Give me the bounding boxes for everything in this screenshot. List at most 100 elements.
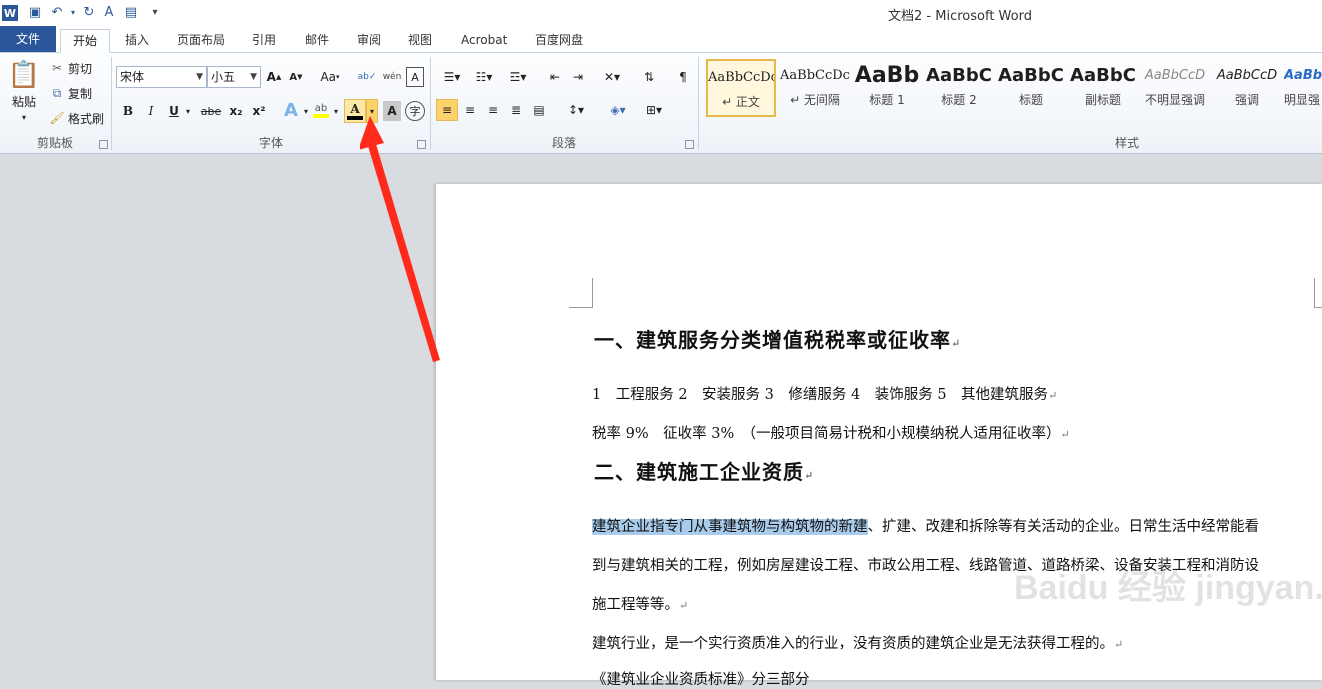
clear-formatting-icon[interactable]: ab✓ [357, 67, 377, 87]
tab-home[interactable]: 开始 [60, 29, 111, 53]
shading-icon[interactable]: ◈▾ [604, 99, 632, 121]
copy-button[interactable]: 复制 [68, 84, 92, 102]
paragraph[interactable]: 建筑企业指专门从事建筑物与构筑物的新建、扩建、改建和拆除等有关活动的企业。日常生… [592, 515, 1259, 536]
style-normal[interactable]: AaBbCcDc ↵ 正文 [706, 59, 776, 117]
subscript-button[interactable]: x₂ [226, 101, 246, 121]
tab-acrobat[interactable]: Acrobat [449, 29, 519, 53]
paragraph-text: 施工程等等。 [592, 597, 679, 613]
increase-indent-icon[interactable]: ⇥ [568, 67, 588, 87]
paragraph[interactable]: 施工程等等。↵ [592, 593, 688, 614]
ribbon-tabs: 文件 开始 插入 页面布局 引用 邮件 审阅 视图 Acrobat 百度网盘 [0, 26, 1322, 53]
selected-text[interactable]: 建筑企业指专门从事建筑物与构筑物的新建 [592, 519, 868, 535]
style-no-spacing[interactable]: AaBbCcDc ↵ 无间隔 [780, 59, 850, 117]
superscript-button[interactable]: x² [249, 101, 269, 121]
paste-button[interactable]: 粘贴 [6, 93, 42, 109]
justify-icon[interactable]: ≣ [506, 99, 526, 121]
tab-review[interactable]: 审阅 [345, 29, 393, 53]
borders-icon[interactable]: ⊞▾ [640, 99, 668, 121]
highlight-color-icon[interactable]: ab [311, 99, 331, 121]
font-name-combo[interactable]: 宋体 ▼ [116, 66, 207, 88]
style-title[interactable]: AaBbC 标题 [996, 59, 1066, 117]
arrow-shaft [365, 134, 440, 362]
pinyin-guide-icon[interactable]: wén [381, 67, 403, 87]
tab-view[interactable]: 视图 [396, 29, 444, 53]
underline-dropdown-icon[interactable]: ▾ [183, 101, 193, 121]
character-border-icon[interactable]: A [406, 67, 424, 87]
paragraph[interactable]: 《建筑业企业资质标准》分三部分 [592, 668, 810, 689]
bold-button[interactable]: B [119, 101, 137, 121]
change-case-button[interactable]: Aa ▾ [318, 67, 342, 87]
clipboard-launcher-icon[interactable] [99, 140, 108, 149]
paragraph-mark-icon: ↵ [1060, 428, 1070, 441]
style-sample: AaBb [1284, 68, 1322, 83]
text-effects-icon[interactable]: A [280, 99, 302, 121]
tab-page-layout[interactable]: 页面布局 [165, 29, 237, 53]
cut-icon[interactable]: ✂ [48, 59, 66, 77]
align-right-icon[interactable]: ≡ [483, 99, 503, 121]
style-subtitle[interactable]: AaBbC 副标题 [1068, 59, 1138, 117]
style-name: 不明显强调 [1144, 93, 1205, 107]
window-title: 文档2 - Microsoft Word [888, 9, 1032, 24]
paragraph-launcher-icon[interactable] [685, 140, 694, 149]
bullets-icon[interactable]: ☰▾ [438, 67, 466, 87]
heading-2-text: 二、建筑施工企业资质 [594, 460, 804, 484]
font-name-value: 宋体 [120, 70, 145, 84]
style-heading-2[interactable]: AaBbC 标题 2 [924, 59, 994, 117]
paragraph-text: 、扩建、改建和拆除等有关活动的企业。日常生活中经常能看 [867, 519, 1260, 535]
line-spacing-icon[interactable]: ↕▾ [562, 99, 590, 121]
italic-button[interactable]: I [142, 101, 160, 121]
document-page[interactable]: 一、建筑服务分类增值税税率或征收率↵ 1 工程服务 2 安装服务 3 修缮服务 … [436, 184, 1322, 688]
multilevel-list-icon[interactable]: ☲▾ [504, 67, 532, 87]
heading-1[interactable]: 一、建筑服务分类增值税税率或征收率↵ [594, 324, 961, 353]
baidu-watermark: Baidu 经验 jingyan.baidu.com [1014, 560, 1322, 609]
paste-icon[interactable]: 📋 [6, 57, 42, 93]
style-subtle-emphasis[interactable]: AaBbCcD 不明显强调 [1140, 59, 1210, 117]
style-name: 标题 1 [869, 93, 905, 107]
title-bar: W ▣ ↶ ▾ ↻ A ▤ ▾ 文档2 - Microsoft Word [0, 0, 1322, 26]
show-marks-icon[interactable]: ¶ [673, 67, 693, 87]
style-heading-1[interactable]: AaBb 标题 1 [852, 59, 922, 117]
paragraph[interactable]: 建筑行业，是一个实行资质准入的行业，没有资质的建筑企业是无法获得工程的。↵ [592, 632, 1123, 653]
styles-group-label: 样式 [1114, 136, 1139, 150]
highlight-dropdown-icon[interactable]: ▾ [332, 101, 340, 121]
copy-icon[interactable]: ⧉ [48, 84, 66, 102]
align-center-icon[interactable]: ≡ [460, 99, 480, 121]
sort-icon[interactable]: ⇅ [639, 67, 659, 87]
cut-button[interactable]: 剪切 [68, 59, 92, 77]
numbering-icon[interactable]: ☷▾ [470, 67, 498, 87]
tab-mailings[interactable]: 邮件 [293, 29, 341, 53]
tab-file[interactable]: 文件 [0, 26, 56, 52]
format-painter-icon[interactable]: 🖌 [48, 109, 66, 127]
tab-baidu-netdisk[interactable]: 百度网盘 [523, 29, 595, 53]
tab-insert[interactable]: 插入 [113, 29, 161, 53]
paragraph[interactable]: 税率 9% 征收率 3% （一般项目简易计税和小规模纳税人适用征收率）↵ [592, 422, 1070, 443]
heading-2[interactable]: 二、建筑施工企业资质↵ [594, 456, 814, 485]
style-sample: AaBbC [1070, 65, 1136, 86]
shrink-font-icon[interactable]: A ▼ [287, 67, 305, 87]
chinese-layout-icon[interactable]: ✕▾ [597, 67, 627, 87]
style-intense-emphasis[interactable]: AaBb 明显强 [1284, 59, 1322, 117]
font-size-combo[interactable]: 小五 ▼ [207, 66, 261, 88]
paragraph-text: 税率 9% 征收率 3% （一般项目简易计税和小规模纳税人适用征收率） [592, 426, 1061, 442]
change-case-label: Aa [320, 70, 337, 84]
grow-font-icon[interactable]: A ▲ [265, 67, 283, 87]
clipboard-group-label: 剪贴板 [36, 136, 73, 150]
margin-corner-mark [1314, 278, 1322, 308]
chevron-down-icon: ▼ [250, 72, 257, 82]
decrease-indent-icon[interactable]: ⇤ [545, 67, 565, 87]
style-emphasis[interactable]: AaBbCcD 强调 [1212, 59, 1282, 117]
tab-references[interactable]: 引用 [240, 29, 288, 53]
paragraph[interactable]: 1 工程服务 2 安装服务 3 修缮服务 4 装饰服务 5 其他建筑服务↵ [592, 383, 1057, 404]
font-color-letter: A [350, 102, 360, 116]
paragraph-text: 《建筑业企业资质标准》分三部分 [592, 672, 810, 688]
format-painter-button[interactable]: 格式刷 [68, 109, 104, 127]
paragraph-text: 建筑行业，是一个实行资质准入的行业，没有资质的建筑企业是无法获得工程的。 [592, 636, 1114, 652]
underline-button[interactable]: U [165, 101, 183, 121]
paragraph-mark-icon: ↵ [1114, 638, 1124, 651]
text-effects-dropdown-icon[interactable]: ▾ [302, 101, 310, 121]
distributed-icon[interactable]: ▤ [529, 99, 549, 121]
font-size-value: 小五 [211, 70, 236, 84]
margin-corner-mark [569, 278, 593, 308]
strikethrough-button[interactable]: abe [199, 101, 223, 121]
paste-dropdown-icon[interactable]: ▾ [16, 111, 32, 123]
